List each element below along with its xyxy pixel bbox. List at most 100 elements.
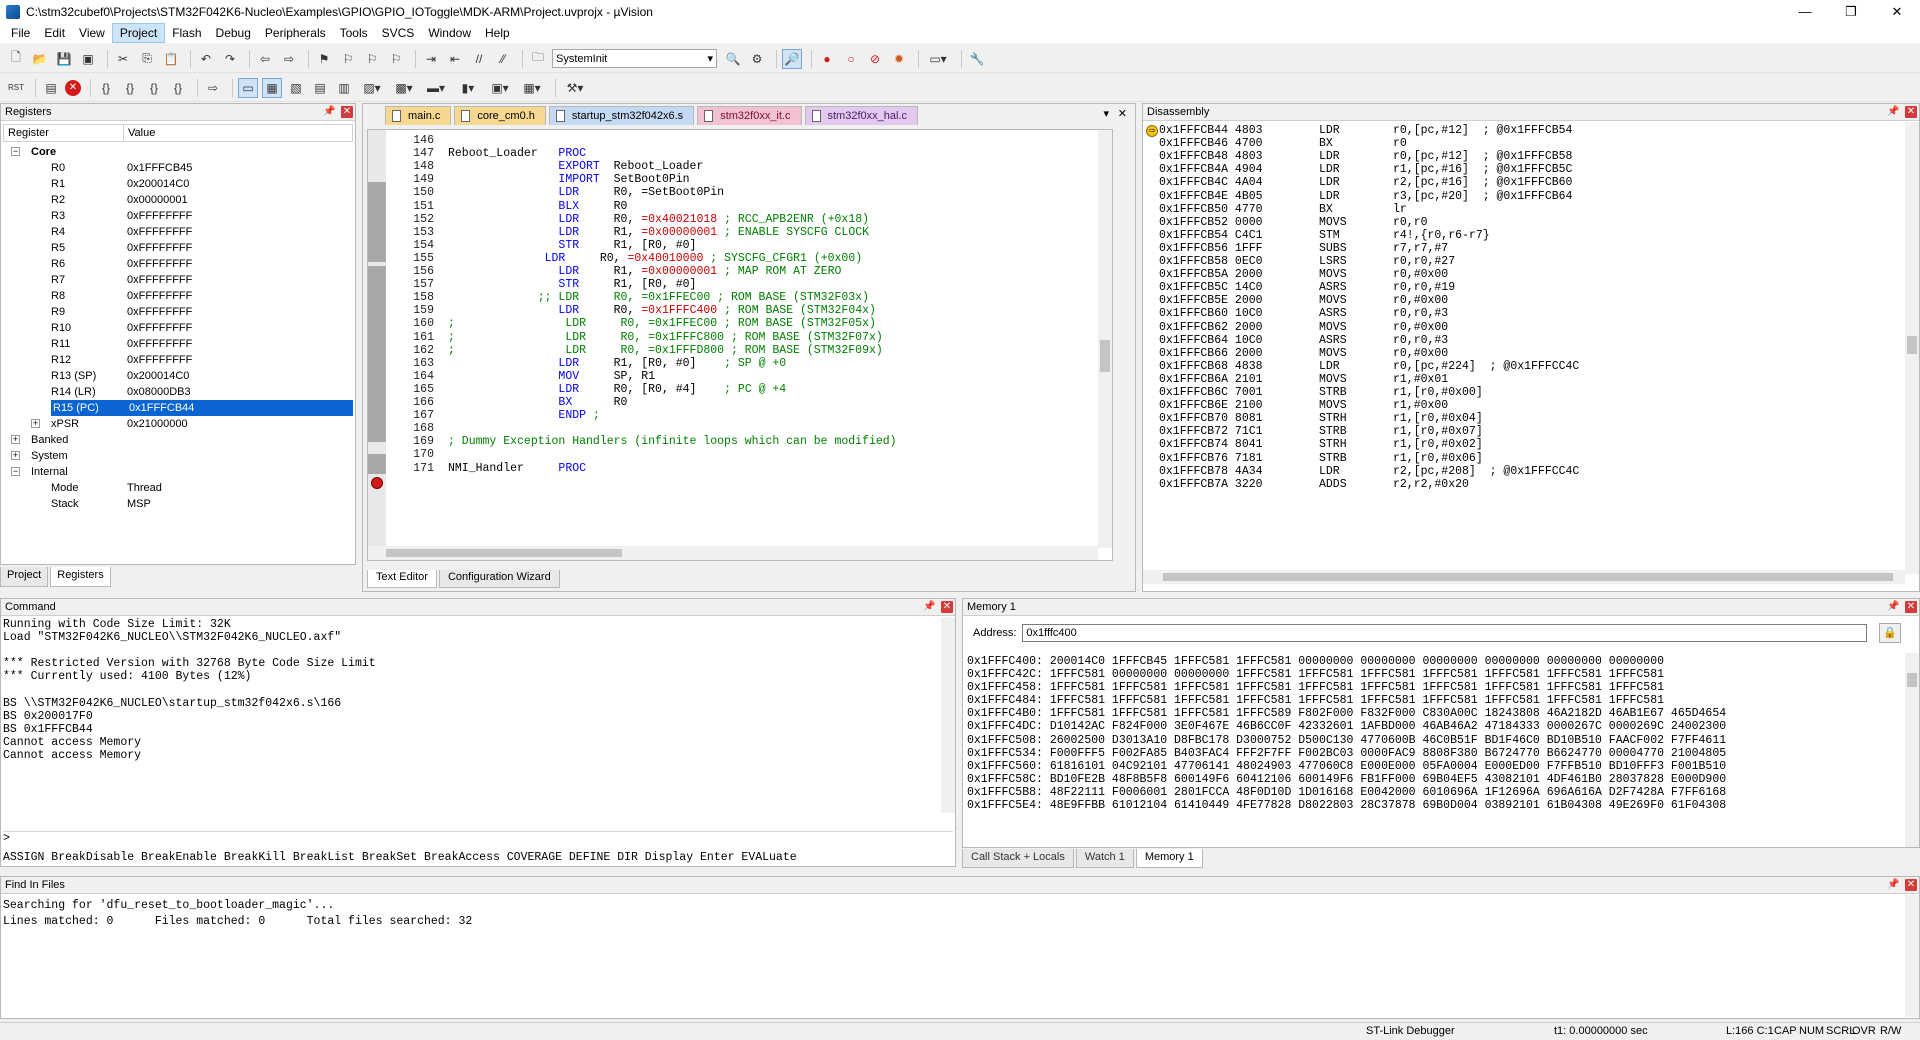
address-input[interactable]: 0x1fffc400 (1022, 624, 1868, 642)
tab-main-c[interactable]: main.c (385, 106, 452, 125)
open-file-icon[interactable]: 📂 (30, 49, 50, 69)
register-value[interactable]: 0xFFFFFFFF (127, 240, 192, 256)
register-value[interactable]: 0xFFFFFFFF (127, 224, 192, 240)
memory-line[interactable]: 0x1FFFC5E4: 48E9FFBB 61012104 61410449 4… (967, 799, 1903, 812)
register-row-mode[interactable]: Mode Thread (3, 480, 353, 496)
registers-window-icon[interactable]: ▤ (310, 78, 330, 98)
disassembly-line[interactable]: 0x1FFFCB7A 3220 ADDS r2,r2,#0x20 (1159, 477, 1469, 493)
register-row[interactable]: R2 0x00000001 (3, 192, 353, 208)
memory-line[interactable]: 0x1FFFC4B0: 1FFFC581 1FFFC581 1FFFC581 1… (967, 707, 1903, 720)
register-row[interactable]: R8 0xFFFFFFFF (3, 288, 353, 304)
tab-hal-c[interactable]: stm32f0xx_hal.c (804, 106, 918, 125)
find-vertical-scrollbar[interactable] (1905, 895, 1919, 1017)
register-row[interactable]: R0 0x1FFFCB45 (3, 160, 353, 176)
register-row-stack[interactable]: Stack MSP (3, 496, 353, 512)
close-window-button[interactable]: ✕ (1874, 0, 1920, 23)
kill-breakpoints-icon[interactable]: ✹ (889, 49, 909, 69)
configure-icon[interactable]: 🔧 (967, 49, 987, 69)
memory-line[interactable]: 0x1FFFC508: 26002500 D3013A10 D8FBC178 D… (967, 734, 1903, 747)
register-value[interactable]: 0x1FFFCB45 (127, 160, 192, 176)
editor-vertical-scrollbar[interactable] (1098, 130, 1112, 548)
step-icon[interactable]: {} (96, 78, 116, 98)
find-in-files-icon[interactable]: 🗀 (528, 49, 548, 69)
cut-icon[interactable]: ✂ (113, 49, 133, 69)
register-row[interactable]: R4 0xFFFFFFFF (3, 224, 353, 240)
disassembly-vertical-scrollbar[interactable] (1905, 122, 1919, 574)
enable-breakpoint-icon[interactable]: ○ (841, 49, 861, 69)
memory-line[interactable]: 0x1FFFC560: 61816101 04C92101 47706141 4… (967, 760, 1903, 773)
command-window-icon[interactable]: ▭ (238, 77, 258, 98)
menu-flash[interactable]: Flash (165, 23, 208, 43)
toolbox-icon[interactable]: ⚒▾ (561, 78, 589, 98)
find-icon[interactable]: 🔍 (723, 49, 743, 69)
tree-node-system[interactable]: + System (3, 448, 353, 464)
memory-line[interactable]: 0x1FFFC4DC: D10142AC F824F000 3E0F467E 4… (967, 720, 1903, 733)
menu-help[interactable]: Help (478, 23, 517, 43)
tab-call-stack-locals[interactable]: Call Stack + Locals (962, 849, 1074, 868)
collapse-icon[interactable]: − (11, 467, 20, 476)
show-next-statement-icon[interactable]: ⇨ (203, 78, 223, 98)
expand-icon[interactable]: + (31, 419, 40, 428)
menu-edit[interactable]: Edit (37, 23, 72, 43)
tree-node-internal[interactable]: − Internal (3, 464, 353, 480)
memory-line[interactable]: 0x1FFFC58C: BD10FE2B 48F8B5F8 600149F6 6… (967, 773, 1903, 786)
tab-core-cm0-h[interactable]: core_cm0.h (454, 106, 546, 125)
register-row[interactable]: R11 0xFFFFFFFF (3, 336, 353, 352)
watch-window-icon[interactable]: ▨▾ (358, 78, 386, 98)
memory-line[interactable]: 0x1FFFC458: 1FFFC581 1FFFC581 1FFFC581 1… (967, 681, 1903, 694)
pin-icon[interactable]: 📌 (923, 601, 935, 613)
next-bookmark-icon[interactable]: ⚐ (362, 49, 382, 69)
menu-tools[interactable]: Tools (333, 23, 375, 43)
unindent-icon[interactable]: ⇤ (445, 49, 465, 69)
register-row[interactable]: R1 0x200014C0 (3, 176, 353, 192)
register-value[interactable]: 0x00000001 (127, 192, 188, 208)
breakpoint-icon[interactable] (371, 477, 383, 489)
system-viewer-icon[interactable]: ▦▾ (518, 78, 546, 98)
code-editor[interactable]: 146 147 Reboot_Loader PROC 148 EXPORT Reboo… (367, 129, 1113, 561)
expand-icon[interactable]: + (11, 435, 20, 444)
memory-vertical-scrollbar[interactable] (1905, 653, 1919, 847)
editor-horizontal-scrollbar[interactable] (368, 546, 1098, 560)
pin-icon[interactable]: 📌 (1887, 879, 1899, 891)
menu-file[interactable]: File (4, 23, 37, 43)
navigate-back-icon[interactable]: ⇦ (255, 49, 275, 69)
register-value[interactable]: 0x200014C0 (127, 176, 189, 192)
clear-bookmarks-icon[interactable]: ⚐ (386, 49, 406, 69)
register-row[interactable]: R10 0xFFFFFFFF (3, 320, 353, 336)
disassembly-listing[interactable]: ⇨ 0x1FFFCB44 4803 LDR r0,[pc,#12] ; @0x1FF… (1143, 122, 1905, 570)
memory-line[interactable]: 0x1FFFC484: 1FFFC581 1FFFC581 1FFFC581 1… (967, 694, 1903, 707)
save-icon[interactable]: 💾 (54, 49, 74, 69)
register-row[interactable]: R5 0xFFFFFFFF (3, 240, 353, 256)
tree-node-banked[interactable]: + Banked (3, 432, 353, 448)
maximize-button[interactable]: ❐ (1828, 0, 1874, 23)
column-register[interactable]: Register (4, 125, 124, 141)
collapse-icon[interactable]: − (11, 147, 20, 156)
navigate-forward-icon[interactable]: ⇨ (279, 49, 299, 69)
tab-registers[interactable]: Registers (50, 567, 111, 587)
register-value[interactable]: 0x200014C0 (127, 368, 189, 384)
command-input[interactable]: > (3, 831, 953, 847)
register-value[interactable]: 0xFFFFFFFF (127, 336, 192, 352)
register-row[interactable]: R7 0xFFFFFFFF (3, 272, 353, 288)
analysis-window-icon[interactable]: ▮▾ (454, 78, 482, 98)
menu-peripherals[interactable]: Peripherals (258, 23, 333, 43)
paste-icon[interactable]: 📋 (161, 49, 181, 69)
disable-breakpoints-icon[interactable]: ⊘ (865, 49, 885, 69)
expand-icon[interactable]: + (11, 451, 20, 460)
indent-icon[interactable]: ⇥ (421, 49, 441, 69)
menu-svcs[interactable]: SVCS (375, 23, 422, 43)
register-value[interactable]: 0x21000000 (127, 416, 188, 432)
bookmark-icon[interactable]: ⚑ (314, 49, 334, 69)
step-over-icon[interactable]: {} (120, 78, 140, 98)
register-value[interactable]: 0xFFFFFFFF (127, 304, 192, 320)
incremental-find-icon[interactable]: ⚙ (747, 49, 767, 69)
register-row[interactable]: R9 0xFFFFFFFF (3, 304, 353, 320)
tab-list-icon[interactable]: ▾ (1103, 107, 1109, 120)
close-editor-icon[interactable]: ✕ (1118, 107, 1127, 120)
tab-memory-1[interactable]: Memory 1 (1135, 849, 1203, 868)
symbols-window-icon[interactable]: ▧ (286, 78, 306, 98)
redo-icon[interactable]: ↷ (220, 49, 240, 69)
new-file-icon[interactable]: 🗋 (6, 49, 26, 69)
register-value[interactable]: 0xFFFFFFFF (127, 208, 192, 224)
save-all-icon[interactable]: ▣ (78, 49, 98, 69)
